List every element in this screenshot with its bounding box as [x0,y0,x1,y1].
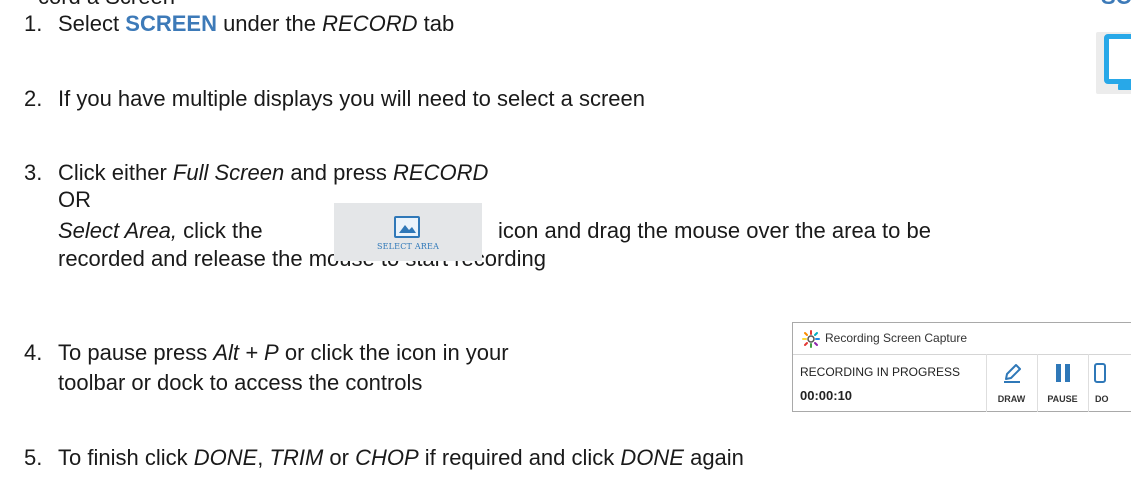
recording-toolbar: Recording Screen Capture RECORDING IN PR… [792,322,1131,412]
step-number: 5. [24,445,43,470]
step-4: 4. To pause press Alt + P or click the ic… [24,340,509,366]
step-number: 1. [24,11,43,36]
step-text: again [683,445,744,470]
step-2: 2. If you have multiple displays you will… [24,86,645,112]
step-text: To pause press [58,340,214,365]
step-text: Click either [58,160,173,185]
step-5: 5. To finish click DONE, TRIM or CHOP if … [24,445,744,471]
image-icon [394,216,420,238]
step-text: if required and click [418,445,621,470]
done-icon [1094,363,1106,383]
trim-keyword: TRIM [269,445,324,470]
step-3-or: OR [58,187,91,212]
recording-status: RECORDING IN PROGRESS [800,365,961,379]
recording-title-bar: Recording Screen Capture [793,323,1131,355]
step-text: , [257,445,270,470]
step-number: 3. [24,160,43,185]
done-keyword: DONE [620,445,684,470]
draw-label: DRAW [997,394,1026,404]
monitor-stand [1118,84,1131,90]
screen-button[interactable] [1096,32,1131,94]
record-keyword: RECORD [322,11,418,36]
step-3: 3. Click either Full Screen and press REC… [24,160,488,186]
draw-button[interactable]: DRAW [986,354,1036,412]
step-3-after-icon: icon and drag the mouse over the area to… [498,218,931,243]
step-text: under the [216,11,323,36]
record-keyword: RECORD [393,160,489,185]
section-heading: cord a Screen [38,0,175,10]
step-1: 1. Select SCREEN under the RECORD tab [24,11,454,37]
recording-timer: 00:00:10 [800,388,853,403]
step-text: or [323,445,356,470]
step-4-line-2: toolbar or dock to access the controls [58,370,423,395]
step-text: To finish click [58,445,194,470]
step-text: and press [284,160,394,185]
pause-label: PAUSE [1047,394,1078,404]
select-area-label: SELECT AREA [376,242,440,251]
step-text: Select [58,11,126,36]
step-text: If you have multiple displays you will n… [58,86,645,111]
chop-keyword: CHOP [355,445,419,470]
pause-icon [1056,364,1070,382]
sparkle-icon [802,330,820,348]
step-text: click the [177,218,263,243]
pause-button[interactable]: PAUSE [1037,354,1087,412]
step-number: 4. [24,340,43,365]
done-keyword: DONE [193,445,258,470]
step-text: tab [417,11,455,36]
select-area-button[interactable]: SELECT AREA [334,203,482,261]
step-text: or click the icon in your [278,340,509,365]
done-button[interactable]: DO [1088,354,1131,412]
full-screen-keyword: Full Screen [172,160,285,185]
recording-title: Recording Screen Capture [825,331,968,345]
pencil-icon [1004,364,1021,383]
step-3-select-area: Select Area, click the [58,218,263,244]
select-area-keyword: Select Area, [58,218,178,243]
screen-tab-label: SC [1101,0,1131,10]
screen-keyword: SCREEN [125,11,217,36]
shortcut-keyword: Alt + P [213,340,279,365]
step-number: 2. [24,86,43,111]
monitor-icon [1104,34,1131,84]
done-label: DO [1095,394,1109,404]
